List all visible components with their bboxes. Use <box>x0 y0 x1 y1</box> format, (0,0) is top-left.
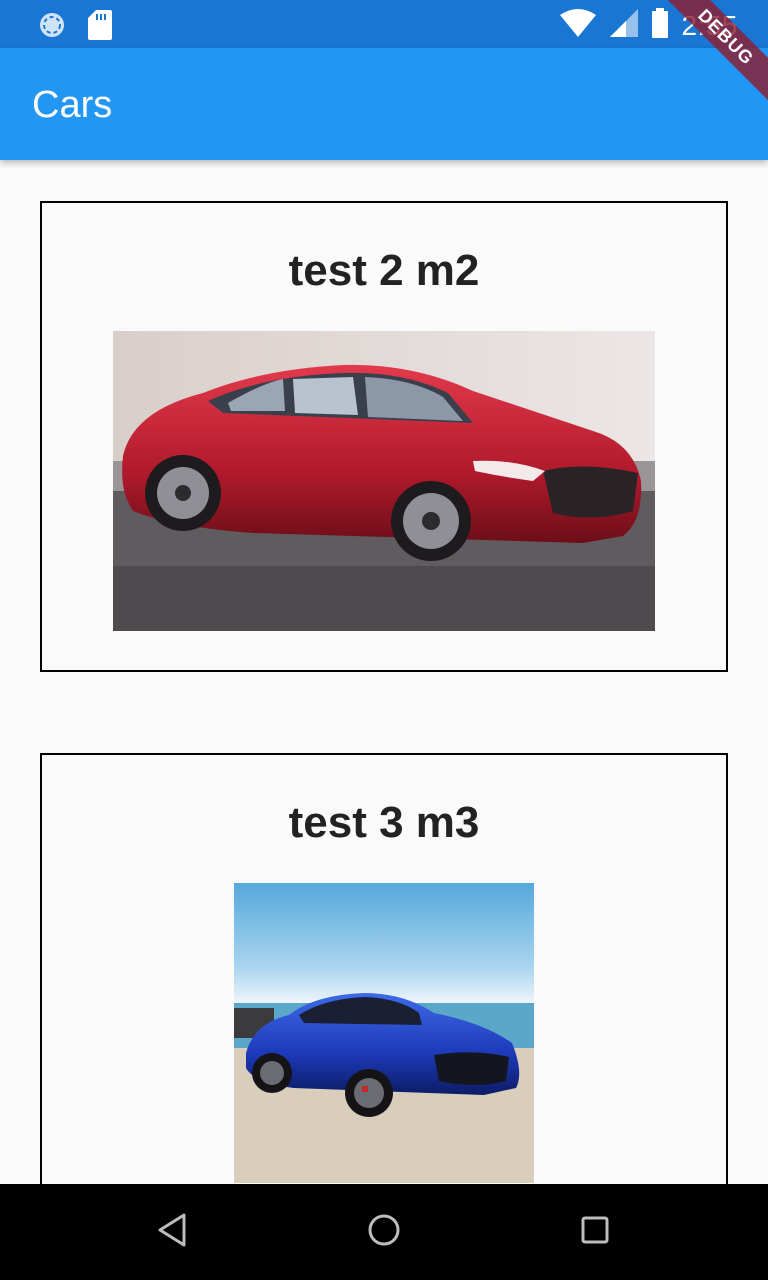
car-image <box>113 331 655 631</box>
home-icon[interactable] <box>367 1212 401 1253</box>
wifi-icon <box>559 9 596 42</box>
app-bar: Cars <box>0 48 768 160</box>
navigation-bar <box>0 1184 768 1280</box>
car-card[interactable]: test 2 m2 <box>40 201 728 672</box>
page-title: Cars <box>32 84 113 126</box>
car-card[interactable]: test 3 m3 <box>40 753 728 1184</box>
car-list[interactable]: test 2 m2 test 3 m3 <box>0 160 768 1184</box>
car-title: test 3 m3 <box>288 798 480 847</box>
battery-icon <box>651 8 668 43</box>
car-image <box>234 883 534 1183</box>
sd-card-icon <box>88 10 112 45</box>
car-title: test 2 m2 <box>288 246 480 295</box>
signal-icon <box>609 9 638 42</box>
status-bar: 2:55 <box>0 0 768 48</box>
sync-icon <box>38 11 66 44</box>
recents-icon[interactable] <box>578 1212 612 1253</box>
back-icon[interactable] <box>156 1212 188 1253</box>
